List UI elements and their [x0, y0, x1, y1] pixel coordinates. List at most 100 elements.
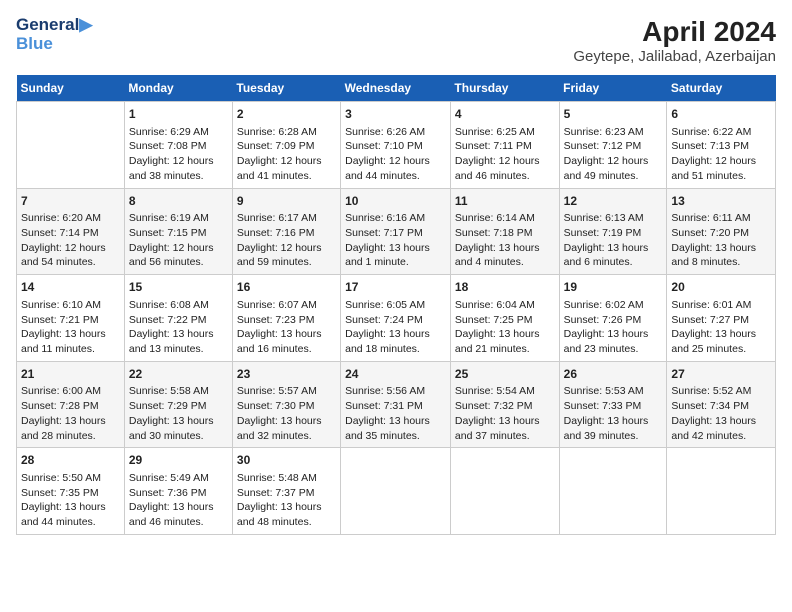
sunset-text: Sunset: 7:19 PM — [564, 226, 663, 241]
daylight-text: Daylight: 12 hours and 41 minutes. — [237, 154, 336, 183]
sunrise-text: Sunrise: 6:19 AM — [129, 211, 228, 226]
daylight-text: Daylight: 13 hours and 11 minutes. — [21, 327, 120, 356]
calendar-cell: 15Sunrise: 6:08 AMSunset: 7:22 PMDayligh… — [124, 275, 232, 362]
week-row-0: 1Sunrise: 6:29 AMSunset: 7:08 PMDaylight… — [17, 102, 776, 189]
sunset-text: Sunset: 7:24 PM — [345, 313, 446, 328]
day-number: 3 — [345, 106, 446, 123]
day-number: 25 — [455, 366, 555, 383]
daylight-text: Daylight: 13 hours and 39 minutes. — [564, 414, 663, 443]
calendar-cell: 18Sunrise: 6:04 AMSunset: 7:25 PMDayligh… — [450, 275, 559, 362]
sunrise-text: Sunrise: 6:29 AM — [129, 125, 228, 140]
daylight-text: Daylight: 13 hours and 21 minutes. — [455, 327, 555, 356]
calendar-cell: 7Sunrise: 6:20 AMSunset: 7:14 PMDaylight… — [17, 188, 125, 275]
calendar-cell: 28 Sunrise: 5:50 AMSunset: 7:35 PMDayligh… — [17, 448, 125, 535]
sunrise-text: Sunrise: 6:11 AM — [671, 211, 771, 226]
daylight-text: Daylight: 13 hours and 4 minutes. — [455, 241, 555, 270]
day-number: 21 — [21, 366, 120, 383]
day-number: 11 — [455, 193, 555, 210]
sunset-text: Sunset: 7:21 PM — [21, 313, 120, 328]
page-header: General▶ Blue April 2024 Geytepe, Jalila… — [16, 16, 776, 65]
day-number: 6 — [671, 106, 771, 123]
calendar-cell: 13Sunrise: 6:11 AMSunset: 7:20 PMDayligh… — [667, 188, 776, 275]
day-number: 7 — [21, 193, 120, 210]
week-row-3: 21Sunrise: 6:00 AMSunset: 7:28 PMDayligh… — [17, 361, 776, 448]
sunset-text: Sunset: 7:10 PM — [345, 139, 446, 154]
calendar-subtitle: Geytepe, Jalilabad, Azerbaijan — [573, 48, 776, 65]
sunset-text: Sunset: 7:33 PM — [564, 399, 663, 414]
day-number: 28 — [21, 452, 120, 469]
sunset-text: Sunset: 7:35 PM — [21, 486, 120, 501]
sunrise-text: Sunrise: 6:13 AM — [564, 211, 663, 226]
calendar-table: SundayMondayTuesdayWednesdayThursdayFrid… — [16, 75, 776, 535]
daylight-text: Daylight: 12 hours and 49 minutes. — [564, 154, 663, 183]
sunset-text: Sunset: 7:34 PM — [671, 399, 771, 414]
sunset-text: Sunset: 7:12 PM — [564, 139, 663, 154]
sunset-text: Sunset: 7:36 PM — [129, 486, 228, 501]
sunrise-text: Sunrise: 6:14 AM — [455, 211, 555, 226]
sunset-text: Sunset: 7:09 PM — [237, 139, 336, 154]
day-number: 15 — [129, 279, 228, 296]
daylight-text: Daylight: 12 hours and 54 minutes. — [21, 241, 120, 270]
sunrise-text: Sunrise: 5:50 AM — [21, 471, 120, 486]
calendar-cell: 16Sunrise: 6:07 AMSunset: 7:23 PMDayligh… — [232, 275, 340, 362]
sunrise-text: Sunrise: 6:10 AM — [21, 298, 120, 313]
sunset-text: Sunset: 7:14 PM — [21, 226, 120, 241]
daylight-text: Daylight: 12 hours and 38 minutes. — [129, 154, 228, 183]
day-number: 5 — [564, 106, 663, 123]
sunset-text: Sunset: 7:30 PM — [237, 399, 336, 414]
calendar-cell: 23Sunrise: 5:57 AMSunset: 7:30 PMDayligh… — [232, 361, 340, 448]
sunrise-text: Sunrise: 6:05 AM — [345, 298, 446, 313]
sunrise-text: Sunrise: 6:04 AM — [455, 298, 555, 313]
daylight-text: Daylight: 13 hours and 25 minutes. — [671, 327, 771, 356]
sunset-text: Sunset: 7:20 PM — [671, 226, 771, 241]
sunset-text: Sunset: 7:26 PM — [564, 313, 663, 328]
calendar-cell: 24Sunrise: 5:56 AMSunset: 7:31 PMDayligh… — [341, 361, 451, 448]
day-number: 9 — [237, 193, 336, 210]
daylight-text: Daylight: 12 hours and 46 minutes. — [455, 154, 555, 183]
calendar-cell: 26Sunrise: 5:53 AMSunset: 7:33 PMDayligh… — [559, 361, 667, 448]
week-row-1: 7Sunrise: 6:20 AMSunset: 7:14 PMDaylight… — [17, 188, 776, 275]
calendar-cell: 12Sunrise: 6:13 AMSunset: 7:19 PMDayligh… — [559, 188, 667, 275]
sunset-text: Sunset: 7:27 PM — [671, 313, 771, 328]
daylight-text: Daylight: 13 hours and 1 minute. — [345, 241, 446, 270]
sunrise-text: Sunrise: 6:02 AM — [564, 298, 663, 313]
day-number: 16 — [237, 279, 336, 296]
calendar-cell: 6Sunrise: 6:22 AMSunset: 7:13 PMDaylight… — [667, 102, 776, 189]
calendar-cell: 25Sunrise: 5:54 AMSunset: 7:32 PMDayligh… — [450, 361, 559, 448]
calendar-cell: 5Sunrise: 6:23 AMSunset: 7:12 PMDaylight… — [559, 102, 667, 189]
sunset-text: Sunset: 7:37 PM — [237, 486, 336, 501]
calendar-cell — [17, 102, 125, 189]
calendar-cell: 10Sunrise: 6:16 AMSunset: 7:17 PMDayligh… — [341, 188, 451, 275]
day-number: 1 — [129, 106, 228, 123]
header-day-sunday: Sunday — [17, 75, 125, 102]
calendar-cell: 20Sunrise: 6:01 AMSunset: 7:27 PMDayligh… — [667, 275, 776, 362]
week-row-4: 28Sunrise: 5:50 AMSunset: 7:35 PMDayligh… — [17, 448, 776, 535]
calendar-cell: 14Sunrise: 6:10 AMSunset: 7:21 PMDayligh… — [17, 275, 125, 362]
header-day-thursday: Thursday — [450, 75, 559, 102]
day-number: 20 — [671, 279, 771, 296]
sunrise-text: Sunrise: 5:56 AM — [345, 384, 446, 399]
day-number: 22 — [129, 366, 228, 383]
calendar-cell: 2Sunrise: 6:28 AMSunset: 7:09 PMDaylight… — [232, 102, 340, 189]
sunrise-text: Sunrise: 6:07 AM — [237, 298, 336, 313]
daylight-text: Daylight: 12 hours and 59 minutes. — [237, 241, 336, 270]
sunrise-text: Sunrise: 6:20 AM — [21, 211, 120, 226]
sunrise-text: Sunrise: 6:22 AM — [671, 125, 771, 140]
daylight-text: Daylight: 13 hours and 35 minutes. — [345, 414, 446, 443]
header-day-friday: Friday — [559, 75, 667, 102]
sunset-text: Sunset: 7:31 PM — [345, 399, 446, 414]
sunset-text: Sunset: 7:28 PM — [21, 399, 120, 414]
calendar-cell: 11Sunrise: 6:14 AMSunset: 7:18 PMDayligh… — [450, 188, 559, 275]
daylight-text: Daylight: 13 hours and 18 minutes. — [345, 327, 446, 356]
calendar-cell: 9Sunrise: 6:17 AMSunset: 7:16 PMDaylight… — [232, 188, 340, 275]
daylight-text: Daylight: 13 hours and 46 minutes. — [129, 500, 228, 529]
day-number: 2 — [237, 106, 336, 123]
logo-text: General▶ — [16, 16, 92, 35]
daylight-text: Daylight: 13 hours and 13 minutes. — [129, 327, 228, 356]
sunset-text: Sunset: 7:15 PM — [129, 226, 228, 241]
calendar-cell: 22Sunrise: 5:58 AMSunset: 7:29 PMDayligh… — [124, 361, 232, 448]
sunrise-text: Sunrise: 6:17 AM — [237, 211, 336, 226]
calendar-cell — [341, 448, 451, 535]
title-block: April 2024 Geytepe, Jalilabad, Azerbaija… — [573, 16, 776, 65]
daylight-text: Daylight: 13 hours and 44 minutes. — [21, 500, 120, 529]
